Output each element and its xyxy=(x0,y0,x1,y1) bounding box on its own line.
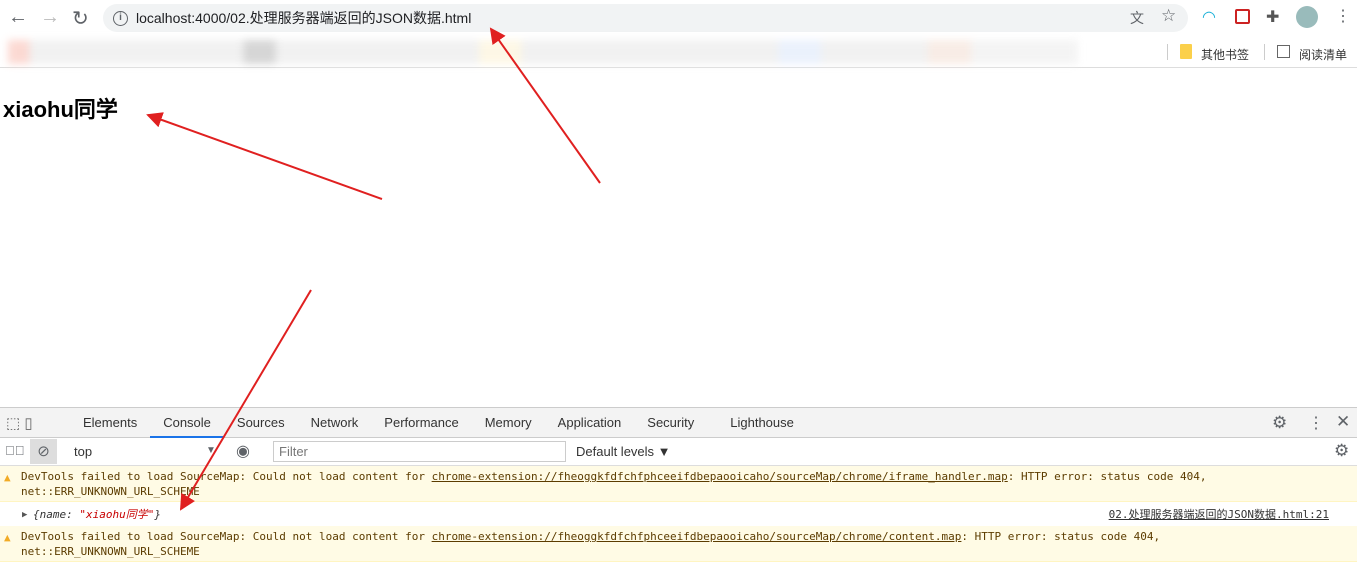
arrow-to-heading xyxy=(146,112,383,200)
arrow-to-log xyxy=(179,289,312,511)
arrow-to-url xyxy=(489,27,601,184)
annotation-arrows xyxy=(146,27,601,511)
